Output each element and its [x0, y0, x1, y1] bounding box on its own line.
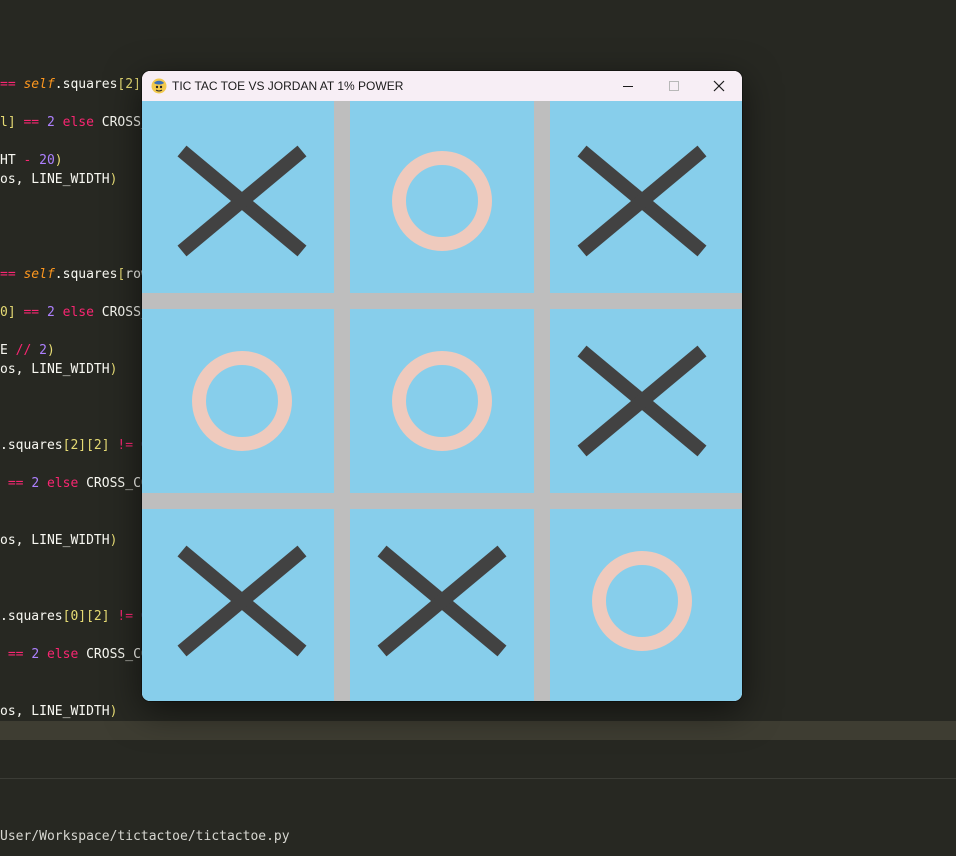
- code-token: CROSS_CO: [86, 647, 149, 662]
- code-token: [2][2]: [62, 438, 110, 453]
- code-token: os, LINE_WIDTH: [0, 172, 110, 187]
- code-token: else: [39, 476, 87, 491]
- code-token: ): [109, 704, 118, 719]
- code-token: ==: [0, 267, 24, 282]
- cross-icon: [177, 545, 307, 657]
- board-cell-1-1[interactable]: [350, 309, 534, 493]
- code-line: os, LINE_WIDTH): [0, 531, 117, 550]
- current-line-highlight: [0, 721, 956, 740]
- code-token: else: [39, 647, 87, 662]
- code-token: self: [23, 77, 55, 92]
- circle-icon: [192, 351, 292, 451]
- code-token: !=: [109, 438, 141, 453]
- code-token: //: [15, 343, 40, 358]
- board-cell-0-1[interactable]: [350, 101, 534, 293]
- code-token: 2: [46, 115, 55, 130]
- code-token: ==: [15, 305, 47, 320]
- board-cell-1-0[interactable]: [142, 309, 334, 493]
- code-token: 2: [46, 305, 55, 320]
- code-token: 2: [31, 647, 40, 662]
- game-board[interactable]: [142, 101, 742, 701]
- close-icon: [713, 80, 725, 92]
- code-token: else: [54, 115, 102, 130]
- code-line: os, LINE_WIDTH): [0, 702, 117, 721]
- board-cell-2-1[interactable]: [350, 509, 534, 701]
- pygame-snake-icon: [151, 78, 167, 94]
- maximize-icon: [669, 81, 679, 91]
- code-token: ): [109, 533, 118, 548]
- window-titlebar[interactable]: TIC TAC TOE VS JORDAN AT 1% POWER: [142, 71, 742, 101]
- code-token: ): [109, 172, 118, 187]
- code-token: ==: [0, 647, 32, 662]
- code-token: .squares: [0, 438, 63, 453]
- code-token: self: [23, 267, 55, 282]
- cross-icon: [577, 345, 707, 457]
- code-line: os, LINE_WIDTH): [0, 170, 117, 189]
- code-token: [0][2]: [62, 609, 110, 624]
- circle-icon: [592, 551, 692, 651]
- code-token: !=: [109, 609, 141, 624]
- close-button[interactable]: [696, 71, 742, 101]
- code-line: 0] == 2 else CROSS_: [0, 303, 149, 322]
- code-token: -: [23, 153, 40, 168]
- game-window[interactable]: TIC TAC TOE VS JORDAN AT 1% POWER: [142, 71, 742, 701]
- code-token: 0]: [0, 305, 16, 320]
- code-token: 2: [39, 343, 47, 358]
- code-token: ): [109, 362, 118, 377]
- code-line: == self.squares[2][: [0, 75, 149, 94]
- code-token: os, LINE_WIDTH: [0, 533, 110, 548]
- code-line: os, LINE_WIDTH): [0, 360, 117, 379]
- board-cell-2-0[interactable]: [142, 509, 334, 701]
- code-line: E // 2): [0, 341, 55, 360]
- circle-icon: [392, 351, 492, 451]
- code-token: ==: [0, 77, 24, 92]
- code-token: l]: [0, 115, 16, 130]
- code-line: == 2 else CROSS_CO: [0, 645, 149, 664]
- minimize-icon: [623, 86, 633, 87]
- maximize-button[interactable]: [651, 71, 697, 101]
- code-line: == self.squares[row: [0, 265, 149, 284]
- code-token: 20: [39, 153, 55, 168]
- cross-icon: [177, 145, 307, 257]
- code-token: os, LINE_WIDTH: [0, 704, 110, 719]
- code-line: HT - 20): [0, 151, 63, 170]
- code-line: l] == 2 else CROSS_: [0, 113, 149, 132]
- code-token: E: [0, 343, 16, 358]
- code-token: 2: [31, 476, 40, 491]
- board-cell-2-2[interactable]: [550, 509, 742, 701]
- panel-divider: [0, 778, 956, 779]
- code-line: .squares[2][2] != 0: [0, 436, 149, 455]
- window-title: TIC TAC TOE VS JORDAN AT 1% POWER: [172, 79, 404, 93]
- code-line: == 2 else CROSS_CO: [0, 474, 149, 493]
- board-cell-0-0[interactable]: [142, 101, 334, 293]
- code-line: .squares[0][2] != 0: [0, 607, 149, 626]
- code-token: ): [46, 343, 55, 358]
- circle-icon: [392, 151, 492, 251]
- code-token: CROSS_CO: [86, 476, 149, 491]
- cross-icon: [377, 545, 507, 657]
- code-token: .squares: [0, 609, 63, 624]
- board-cell-0-2[interactable]: [550, 101, 742, 293]
- code-token: ==: [0, 476, 32, 491]
- code-token: .squares: [54, 77, 118, 92]
- code-token: ): [54, 153, 63, 168]
- code-token: else: [54, 305, 102, 320]
- minimize-button[interactable]: [605, 71, 651, 101]
- code-token: .squares: [54, 267, 118, 282]
- terminal-path: User/Workspace/tictactoe/tictactoe.py: [0, 829, 290, 844]
- cross-icon: [577, 145, 707, 257]
- code-token: HT: [0, 153, 24, 168]
- code-token: ==: [15, 115, 47, 130]
- code-token: os, LINE_WIDTH: [0, 362, 110, 377]
- board-cell-1-2[interactable]: [550, 309, 742, 493]
